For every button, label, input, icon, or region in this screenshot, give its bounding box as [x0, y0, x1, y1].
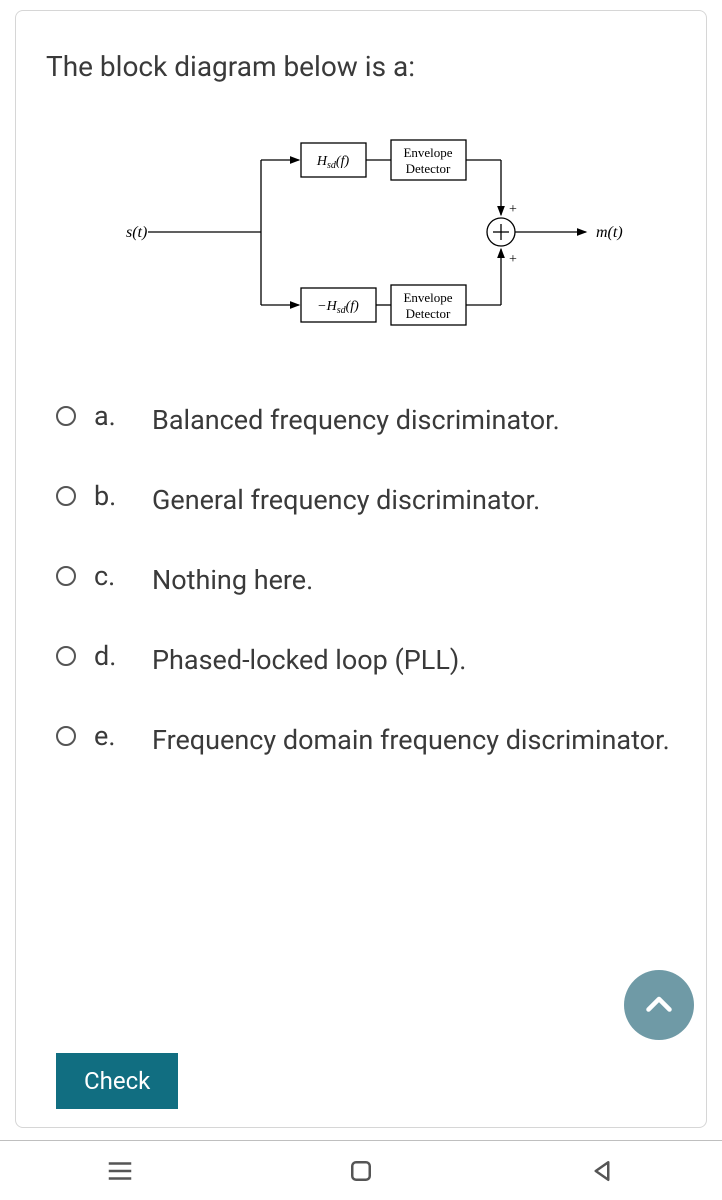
option-text: Balanced frequency discriminator. [152, 400, 560, 442]
envelope-top-2: Detector [406, 161, 451, 176]
scroll-to-top-button[interactable] [624, 970, 694, 1040]
question-text: The block diagram below is a: [46, 49, 676, 85]
option-text: Nothing here. [152, 560, 313, 602]
envelope-top-1: Envelope [403, 145, 452, 160]
recent-apps-button[interactable] [105, 1156, 135, 1186]
chevron-up-icon [641, 987, 677, 1023]
back-triangle-icon [587, 1156, 617, 1186]
diagram-output-label: m(t) [596, 224, 623, 241]
option-text: General frequency discriminator. [152, 480, 540, 522]
android-navbar [0, 1140, 722, 1200]
check-button[interactable]: Check [56, 1053, 178, 1109]
option-letter: e. [94, 720, 134, 752]
option-c[interactable]: c. Nothing here. [56, 560, 676, 602]
option-letter: c. [94, 560, 134, 592]
block-diagram: s(t) Hsd(f) −Hsd(f) Envelope Detector [86, 115, 646, 350]
radio-icon[interactable] [56, 486, 76, 506]
envelope-bot-1: Envelope [403, 290, 452, 305]
option-letter: a. [94, 400, 134, 432]
square-icon [346, 1156, 376, 1186]
back-button[interactable] [587, 1156, 617, 1186]
envelope-bot-2: Detector [406, 306, 451, 321]
radio-icon[interactable] [56, 646, 76, 666]
option-d[interactable]: d. Phased-locked loop (PLL). [56, 640, 676, 682]
home-button[interactable] [346, 1156, 376, 1186]
radio-icon[interactable] [56, 406, 76, 426]
option-a[interactable]: a. Balanced frequency discriminator. [56, 400, 676, 442]
diagram-svg: s(t) Hsd(f) −Hsd(f) Envelope Detector [86, 115, 646, 350]
option-text: Frequency domain frequency discriminator… [152, 720, 670, 762]
plus-top: + [509, 202, 517, 217]
question-card: The block diagram below is a: s(t) Hsd(f… [15, 10, 707, 1128]
diagram-input-label: s(t) [126, 224, 147, 241]
radio-icon[interactable] [56, 566, 76, 586]
menu-icon [105, 1156, 135, 1186]
option-letter: d. [94, 640, 134, 672]
radio-icon[interactable] [56, 726, 76, 746]
option-e[interactable]: e. Frequency domain frequency discrimina… [56, 720, 676, 762]
option-text: Phased-locked loop (PLL). [152, 640, 466, 682]
option-b[interactable]: b. General frequency discriminator. [56, 480, 676, 522]
option-letter: b. [94, 480, 134, 512]
plus-bottom: + [509, 252, 517, 267]
options-list: a. Balanced frequency discriminator. b. … [56, 400, 676, 761]
